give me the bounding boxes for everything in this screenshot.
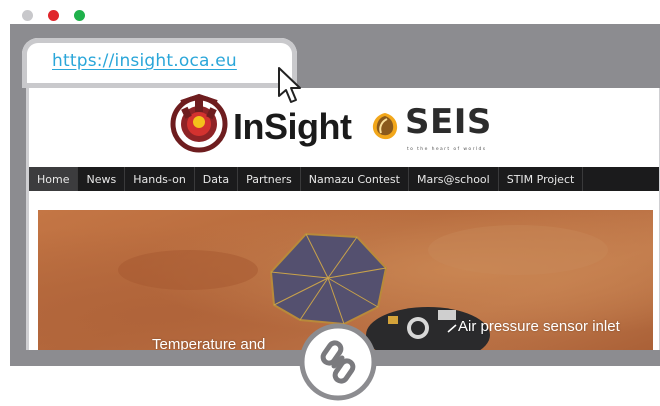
nav-item-data[interactable]: Data	[195, 167, 239, 191]
seis-tagline: to the heart of worlds	[407, 147, 487, 152]
insight-logo-text-value: InSight	[233, 106, 352, 147]
hero-label-temperature: Temperature and	[152, 336, 266, 350]
window-control-3[interactable]	[74, 10, 85, 21]
solar-panel-icon	[269, 232, 388, 326]
window-control-1[interactable]	[22, 10, 33, 21]
nav-item-home[interactable]: Home	[29, 167, 79, 191]
url-link[interactable]: https://insight.oca.eu	[52, 51, 237, 71]
window-control-2[interactable]	[48, 10, 59, 21]
nav-item-partners[interactable]: Partners	[238, 167, 301, 191]
seis-logo-text-value: SEIS	[405, 102, 492, 142]
address-tab[interactable]: https://insight.oca.eu	[22, 38, 297, 88]
nav-item-mars-school[interactable]: Mars@school	[409, 167, 499, 191]
link-icon[interactable]	[298, 322, 378, 402]
seis-logo-text: SEIS	[405, 102, 492, 142]
nav-item-stim-project[interactable]: STIM Project	[499, 167, 584, 191]
page-viewport: InSight SEIS to the heart of worlds Home…	[26, 88, 660, 350]
nav-item-hands-on[interactable]: Hands-on	[125, 167, 195, 191]
hero-label-air-pressure: Air pressure sensor inlet	[458, 318, 620, 335]
seis-logo-icon	[372, 113, 398, 140]
insight-logo-icon	[170, 93, 228, 153]
nav-item-news[interactable]: News	[78, 167, 126, 191]
site-header-logos: InSight SEIS to the heart of worlds	[169, 92, 569, 162]
insight-logo-text: InSight	[233, 106, 352, 148]
nav-item-namazu-contest[interactable]: Namazu Contest	[301, 167, 409, 191]
mouse-pointer-icon	[278, 67, 301, 103]
site-nav: Home News Hands-on Data Partners Namazu Conte…	[29, 167, 659, 191]
